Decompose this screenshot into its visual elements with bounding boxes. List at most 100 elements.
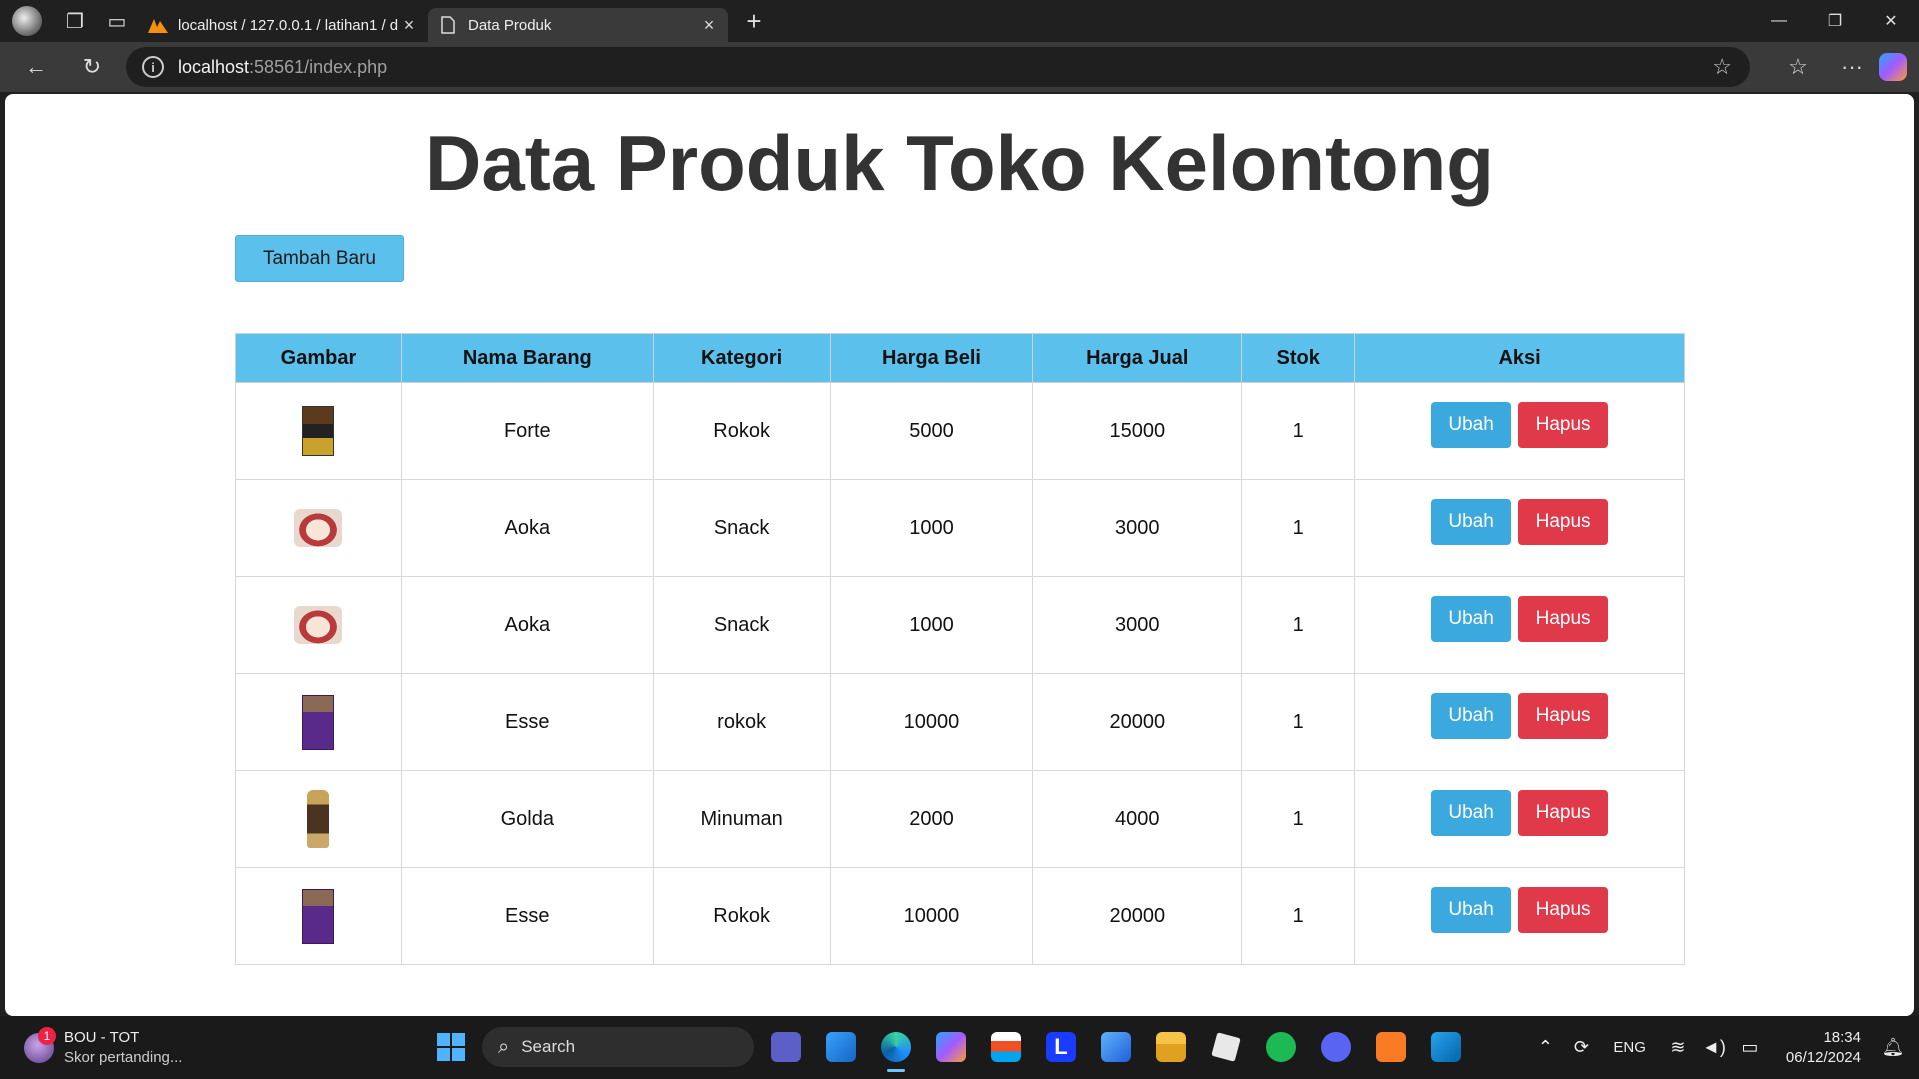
store-icon[interactable]	[983, 1024, 1029, 1070]
tab-data-produk[interactable]: Data Produk ×	[428, 8, 728, 42]
edge-icon[interactable]	[873, 1024, 919, 1072]
battery-icon[interactable]: ▭	[1732, 1037, 1768, 1058]
cell-harga-beli: 10000	[829, 867, 1034, 965]
edit-button[interactable]: Ubah	[1431, 499, 1512, 545]
copilot-app-icon[interactable]	[928, 1024, 974, 1070]
new-tab-button[interactable]: +	[736, 3, 772, 39]
notification-badge: 1	[38, 1027, 56, 1045]
cell-nama: Golda	[400, 770, 654, 868]
browser-toolbar-right: ☆ ···	[1771, 42, 1919, 92]
tab-title: localhost / 127.0.0.1 / latihan1 / d	[178, 16, 399, 34]
cell-harga-beli: 2000	[829, 770, 1034, 868]
delete-button[interactable]: Hapus	[1518, 693, 1609, 739]
header-kategori: Kategori	[652, 333, 831, 383]
close-tab-icon[interactable]: ×	[400, 15, 418, 36]
teams-icon[interactable]	[763, 1024, 809, 1070]
minimize-icon[interactable]: —	[1751, 0, 1807, 42]
cell-harga-jual: 4000	[1032, 770, 1243, 868]
spotify-icon[interactable]	[1258, 1024, 1304, 1070]
cell-harga-jual: 20000	[1032, 867, 1243, 965]
language-indicator[interactable]: ENG	[1613, 1039, 1646, 1056]
cell-aksi: Ubah Hapus	[1354, 479, 1685, 577]
product-image	[302, 694, 335, 750]
table-header-row: Gambar Nama Barang Kategori Harga Beli H…	[235, 333, 1685, 383]
header-harga-beli: Harga Beli	[829, 333, 1034, 383]
system-tray: ⌃ ⟳ ENG ≋ ◄) ▭ 18:34 06/12/2024 🔔︎	[1527, 1016, 1919, 1079]
add-new-button[interactable]: Tambah Baru	[235, 235, 404, 282]
widgets-icon: 1	[24, 1027, 56, 1063]
edit-button[interactable]: Ubah	[1431, 887, 1512, 933]
delete-button[interactable]: Hapus	[1518, 402, 1609, 448]
header-harga-jual: Harga Jual	[1032, 333, 1243, 383]
delete-button[interactable]: Hapus	[1518, 596, 1609, 642]
search-label: Search	[521, 1037, 576, 1056]
cell-image	[235, 479, 402, 577]
close-tab-icon[interactable]: ×	[700, 15, 718, 36]
cell-nama: Esse	[400, 673, 654, 771]
cell-kategori: Rokok	[652, 382, 831, 480]
wifi-icon[interactable]: ≋	[1660, 1037, 1696, 1058]
delete-button[interactable]: Hapus	[1518, 790, 1609, 836]
vscode-icon[interactable]	[1423, 1024, 1469, 1070]
tab-actions-icon[interactable]: ▭	[96, 0, 138, 42]
delete-button[interactable]: Hapus	[1518, 887, 1609, 933]
table-row: Esse Rokok 10000 20000 1 Ubah Hapus	[235, 867, 1685, 965]
cell-kategori: Snack	[652, 479, 831, 577]
l-app-icon[interactable]: L	[1038, 1024, 1084, 1070]
product-image	[307, 790, 330, 848]
delete-button[interactable]: Hapus	[1518, 499, 1609, 545]
cell-harga-jual: 20000	[1032, 673, 1243, 771]
table-row: Forte Rokok 5000 15000 1 Ubah Hapus	[235, 382, 1685, 480]
edit-button[interactable]: Ubah	[1431, 693, 1512, 739]
cell-aksi: Ubah Hapus	[1354, 673, 1685, 771]
copilot-icon[interactable]	[1879, 53, 1907, 81]
a-app-icon[interactable]	[1093, 1024, 1139, 1070]
sync-icon[interactable]: ⟳	[1563, 1037, 1599, 1058]
cell-kategori: Minuman	[652, 770, 831, 868]
close-window-icon[interactable]: ✕	[1863, 0, 1919, 42]
file-explorer-icon[interactable]	[1148, 1024, 1194, 1070]
page-icon	[438, 16, 458, 34]
cell-nama: Aoka	[400, 576, 654, 674]
back-arrow-icon[interactable]: ←	[8, 42, 64, 92]
widgets-text: BOU - TOT Skor pertanding...	[64, 1028, 182, 1068]
search-icon: ⌕	[498, 1035, 510, 1058]
edit-button[interactable]: Ubah	[1431, 596, 1512, 642]
favorite-star-icon[interactable]: ☆	[1712, 54, 1732, 80]
refresh-icon[interactable]: ↻	[64, 42, 120, 92]
clock[interactable]: 18:34 06/12/2024	[1786, 1028, 1861, 1068]
site-info-icon[interactable]: i	[142, 56, 164, 78]
edit-button[interactable]: Ubah	[1431, 402, 1512, 448]
restore-icon[interactable]: ❐	[1807, 0, 1863, 42]
clock-time: 18:34	[1823, 1028, 1861, 1046]
start-icon[interactable]	[428, 1024, 474, 1070]
cell-kategori: Snack	[652, 576, 831, 674]
photos-icon[interactable]	[818, 1024, 864, 1070]
volume-icon[interactable]: ◄)	[1696, 1037, 1732, 1058]
xampp-icon[interactable]	[1368, 1024, 1414, 1070]
cell-aksi: Ubah Hapus	[1354, 770, 1685, 868]
address-bar[interactable]: i localhost:58561/index.php ☆	[126, 47, 1750, 87]
favorites-icon[interactable]: ☆	[1771, 42, 1825, 92]
profile-avatar[interactable]	[12, 6, 42, 36]
discord-icon[interactable]	[1313, 1024, 1359, 1070]
notification-bell-icon[interactable]: 🔔︎	[1875, 1037, 1911, 1058]
widgets-button[interactable]: 1 BOU - TOT Skor pertanding...	[24, 1027, 182, 1068]
cell-aksi: Ubah Hapus	[1354, 867, 1685, 965]
workspaces-icon[interactable]: ❐	[54, 0, 96, 42]
table-row: Esse rokok 10000 20000 1 Ubah Hapus	[235, 673, 1685, 771]
chevron-up-icon[interactable]: ⌃	[1527, 1037, 1563, 1058]
cell-image	[235, 867, 402, 965]
product-image	[302, 888, 335, 944]
clock-date: 06/12/2024	[1785, 1048, 1861, 1066]
table-row: Aoka Snack 1000 3000 1 Ubah Hapus	[235, 479, 1685, 577]
cell-image	[235, 382, 402, 480]
taskbar-search[interactable]: ⌕ Search	[482, 1027, 754, 1067]
tab-phpmyadmin[interactable]: localhost / 127.0.0.1 / latihan1 / d ×	[138, 8, 428, 42]
roblox-icon[interactable]	[1203, 1024, 1249, 1070]
cell-image	[235, 673, 402, 771]
edit-button[interactable]: Ubah	[1431, 790, 1512, 836]
cell-stok: 1	[1241, 576, 1356, 674]
more-menu-icon[interactable]: ···	[1825, 42, 1879, 92]
cell-nama: Aoka	[400, 479, 654, 577]
